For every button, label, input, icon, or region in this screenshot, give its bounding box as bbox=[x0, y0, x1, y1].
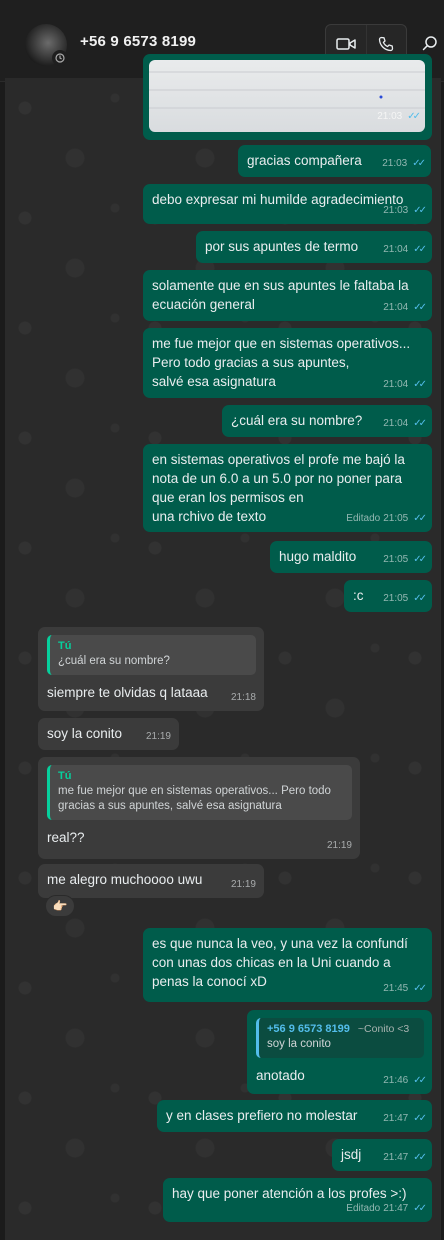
message-time: 21:45 bbox=[383, 983, 409, 994]
edited-label: Editado bbox=[346, 513, 381, 524]
message-meta: 21:04 ✓✓ bbox=[383, 375, 427, 394]
message-meta: 21:47 ✓✓ bbox=[383, 1109, 427, 1128]
contact-name[interactable]: +56 9 6573 8199 bbox=[80, 33, 196, 50]
quoted-author: +56 9 6573 8199 ~Conito <3 bbox=[267, 1022, 416, 1037]
message-time: 21:47 bbox=[383, 1203, 409, 1214]
message-time: 21:19 bbox=[326, 840, 352, 851]
read-ticks-icon: ✓✓ bbox=[407, 111, 421, 122]
message-time: 21:05 bbox=[383, 593, 409, 604]
message-meta: Editado 21:47 ✓✓ bbox=[346, 1199, 427, 1218]
message-bubble[interactable]: +56 9 6573 8199 ~Conito <3 soy la conito … bbox=[247, 1010, 432, 1094]
message-meta: 21:03 ✓✓ bbox=[377, 107, 421, 126]
message-time: 21:46 bbox=[383, 1075, 409, 1086]
quoted-author: Tú bbox=[58, 640, 72, 652]
message-bubble[interactable]: en sistemas operativos el profe me bajó … bbox=[143, 444, 432, 532]
message-bubble-incoming[interactable]: Tú me fue mejor que en sistemas operativ… bbox=[38, 757, 360, 859]
message-meta: 21:45 ✓✓ bbox=[383, 979, 427, 998]
message-time: 21:47 bbox=[383, 1113, 409, 1124]
message-bubble[interactable]: gracias compañera 21:03 ✓✓ bbox=[238, 145, 431, 177]
read-ticks-icon: ✓✓ bbox=[412, 158, 426, 169]
message-time: 21:19 bbox=[230, 879, 256, 890]
message-time: 21:47 bbox=[383, 1152, 409, 1163]
message-bubble[interactable]: ¿cuál era su nombre? 21:04 ✓✓ bbox=[222, 405, 432, 437]
read-ticks-icon: ✓✓ bbox=[413, 983, 427, 994]
read-ticks-icon: ✓✓ bbox=[413, 418, 427, 429]
search-button[interactable] bbox=[418, 30, 442, 56]
message-meta: 21:47 ✓✓ bbox=[383, 1148, 427, 1167]
message-time: 21:04 bbox=[383, 244, 409, 255]
message-time: 21:05 bbox=[383, 554, 409, 565]
message-bubble[interactable]: hay que poner atención a los profes >:) … bbox=[163, 1178, 432, 1222]
read-ticks-icon: ✓✓ bbox=[413, 1152, 427, 1163]
read-ticks-icon: ✓✓ bbox=[413, 244, 427, 255]
message-bubble-incoming[interactable]: me alegro muchoooo uwu 21:19 bbox=[38, 864, 264, 898]
message-meta: Editado 21:05 ✓✓ bbox=[346, 509, 427, 528]
message-bubble-incoming[interactable]: Tú ¿cuál era su nombre? siempre te olvid… bbox=[38, 627, 264, 711]
message-time: 21:18 bbox=[230, 692, 256, 703]
message-bubble[interactable]: por sus apuntes de termo 21:04 ✓✓ bbox=[196, 231, 432, 263]
message-bubble[interactable]: y en clases prefiero no molestar 21:47 ✓✓ bbox=[157, 1100, 432, 1132]
image-message[interactable]: 21:03 ✓✓ bbox=[143, 54, 432, 140]
voice-call-icon bbox=[379, 36, 394, 52]
message-meta: 21:04 ✓✓ bbox=[383, 298, 427, 317]
message-bubble[interactable]: hugo maldito 21:05 ✓✓ bbox=[270, 541, 432, 573]
read-ticks-icon: ✓✓ bbox=[413, 205, 427, 216]
message-meta: 21:19 bbox=[327, 836, 352, 855]
read-ticks-icon: ✓✓ bbox=[413, 593, 427, 604]
read-ticks-icon: ✓✓ bbox=[413, 1113, 427, 1124]
read-ticks-icon: ✓✓ bbox=[413, 554, 427, 565]
message-time: 21:04 bbox=[383, 418, 409, 429]
video-call-icon bbox=[336, 38, 356, 50]
read-ticks-icon: ✓✓ bbox=[413, 379, 427, 390]
quoted-author-number: +56 9 6573 8199 bbox=[267, 1023, 350, 1035]
message-time: 21:05 bbox=[383, 513, 409, 524]
message-meta: 21:03 ✓✓ bbox=[382, 154, 426, 173]
message-meta: 21:04 ✓✓ bbox=[383, 240, 427, 259]
message-bubble-incoming[interactable]: soy la conito 21:19 bbox=[38, 718, 179, 750]
quoted-text: soy la conito bbox=[267, 1038, 331, 1050]
read-ticks-icon: ✓✓ bbox=[413, 513, 427, 524]
read-ticks-icon: ✓✓ bbox=[413, 1203, 427, 1214]
message-text: me alegro muchoooo uwu bbox=[47, 872, 203, 887]
search-icon bbox=[422, 36, 437, 51]
read-ticks-icon: ✓✓ bbox=[413, 1075, 427, 1086]
message-meta: 21:46 ✓✓ bbox=[383, 1071, 427, 1090]
message-bubble[interactable]: debo expresar mi humilde agradecimiento … bbox=[143, 184, 432, 224]
message-meta: 21:18 bbox=[231, 688, 256, 707]
reaction-badge[interactable]: 👉🏻 bbox=[45, 895, 75, 917]
message-bubble[interactable]: jsdj 21:47 ✓✓ bbox=[332, 1139, 432, 1171]
message-bubble[interactable]: es que nunca la veo, y una vez la confun… bbox=[143, 928, 432, 1002]
pointing-hand-emoji: 👉🏻 bbox=[52, 899, 68, 913]
message-bubble[interactable]: me fue mejor que en sistemas operativos.… bbox=[143, 328, 432, 398]
status-icon bbox=[52, 50, 68, 66]
message-meta: 21:04 ✓✓ bbox=[383, 414, 427, 433]
edited-label: Editado bbox=[346, 1203, 381, 1214]
quoted-message[interactable]: Tú ¿cuál era su nombre? bbox=[47, 635, 256, 675]
message-time: 21:19 bbox=[145, 731, 171, 742]
message-time: 21:03 bbox=[383, 205, 409, 216]
message-meta: 21:19 bbox=[146, 727, 171, 746]
message-time: 21:03 bbox=[382, 158, 408, 169]
message-time: 21:04 bbox=[383, 302, 409, 313]
message-time: 21:04 bbox=[383, 379, 409, 390]
message-text: real?? bbox=[47, 830, 85, 845]
quoted-author-alias: ~Conito <3 bbox=[357, 1023, 410, 1035]
message-time: 21:03 bbox=[377, 111, 403, 122]
message-bubble[interactable]: solamente que en sus apuntes le faltaba … bbox=[143, 270, 432, 321]
read-ticks-icon: ✓✓ bbox=[413, 302, 427, 313]
message-meta: 21:05 ✓✓ bbox=[383, 550, 427, 569]
message-meta: 21:05 ✓✓ bbox=[383, 589, 427, 608]
message-text: siempre te olvidas q lataaa bbox=[47, 685, 208, 700]
message-bubble[interactable]: :c 21:05 ✓✓ bbox=[344, 580, 432, 612]
quoted-message[interactable]: Tú me fue mejor que en sistemas operativ… bbox=[47, 765, 352, 820]
quoted-message[interactable]: +56 9 6573 8199 ~Conito <3 soy la conito bbox=[256, 1018, 424, 1058]
message-meta: 21:19 bbox=[231, 875, 256, 894]
quoted-text: ¿cuál era su nombre? bbox=[58, 655, 170, 667]
quoted-author: Tú bbox=[58, 770, 72, 782]
quoted-text: me fue mejor que en sistemas operativos.… bbox=[58, 785, 331, 812]
message-meta: 21:03 ✓✓ bbox=[383, 201, 427, 220]
